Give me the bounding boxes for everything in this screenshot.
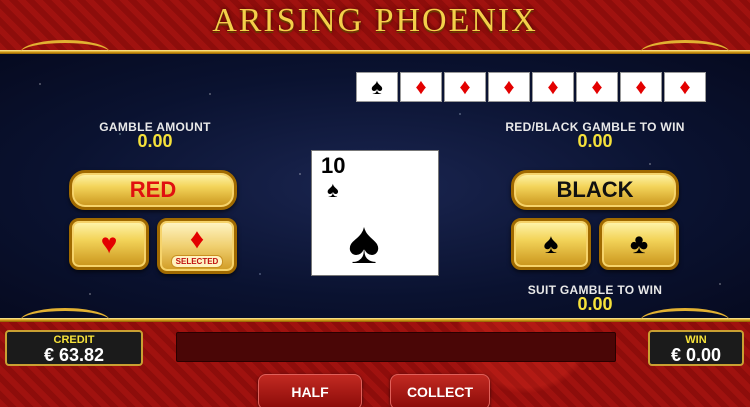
win-panel: WIN € 0.00	[648, 330, 744, 366]
game-title: ARISING PHOENIX	[212, 2, 538, 39]
ornament-top-right	[640, 40, 730, 66]
credit-value: € 63.82	[43, 345, 105, 365]
selected-badge: SELECTED	[170, 254, 224, 268]
top-divider	[0, 50, 750, 54]
win-value: € 0.00	[670, 345, 722, 365]
message-bar	[176, 332, 616, 362]
black-button[interactable]: BLACK	[511, 170, 679, 210]
gamble-amount-value: 0.00	[137, 131, 173, 151]
history-card-diamond-icon: ♦	[444, 72, 486, 102]
red-button[interactable]: RED	[69, 170, 237, 210]
history-card-spade-icon: ♠	[356, 72, 398, 102]
card-large-spade-icon: ♠	[348, 209, 380, 276]
spade-icon: ♠	[543, 228, 559, 259]
history-card-diamond-icon: ♦	[400, 72, 442, 102]
history-card-diamond-icon: ♦	[664, 72, 706, 102]
suit-gamble-value: 0.00	[577, 294, 613, 314]
half-button[interactable]: HALF	[258, 374, 362, 407]
history-card-diamond-icon: ♦	[620, 72, 662, 102]
club-button[interactable]: ♣	[599, 218, 679, 270]
history-card-diamond-icon: ♦	[532, 72, 574, 102]
history-card-diamond-icon: ♦	[488, 72, 530, 102]
history-card-diamond-icon: ♦	[576, 72, 618, 102]
current-card: 10 ♠ ♠	[311, 150, 439, 276]
card-history: ♠ ♦ ♦ ♦ ♦ ♦ ♦ ♦	[356, 72, 706, 102]
heart-button[interactable]: ♥	[69, 218, 149, 270]
ornament-top-left	[20, 40, 110, 66]
spade-button[interactable]: ♠	[511, 218, 591, 270]
diamond-button[interactable]: ♦ SELECTED	[157, 218, 237, 274]
card-small-spade-icon: ♠	[327, 177, 339, 202]
bottom-divider	[0, 318, 750, 322]
credit-panel: CREDIT € 63.82	[5, 330, 143, 366]
red-black-gamble-value: 0.00	[577, 131, 613, 151]
card-rank: 10	[321, 153, 346, 178]
diamond-icon: ♦	[189, 222, 205, 254]
heart-icon: ♥	[100, 228, 118, 259]
club-icon: ♣	[629, 228, 649, 259]
collect-button[interactable]: COLLECT	[390, 374, 490, 407]
